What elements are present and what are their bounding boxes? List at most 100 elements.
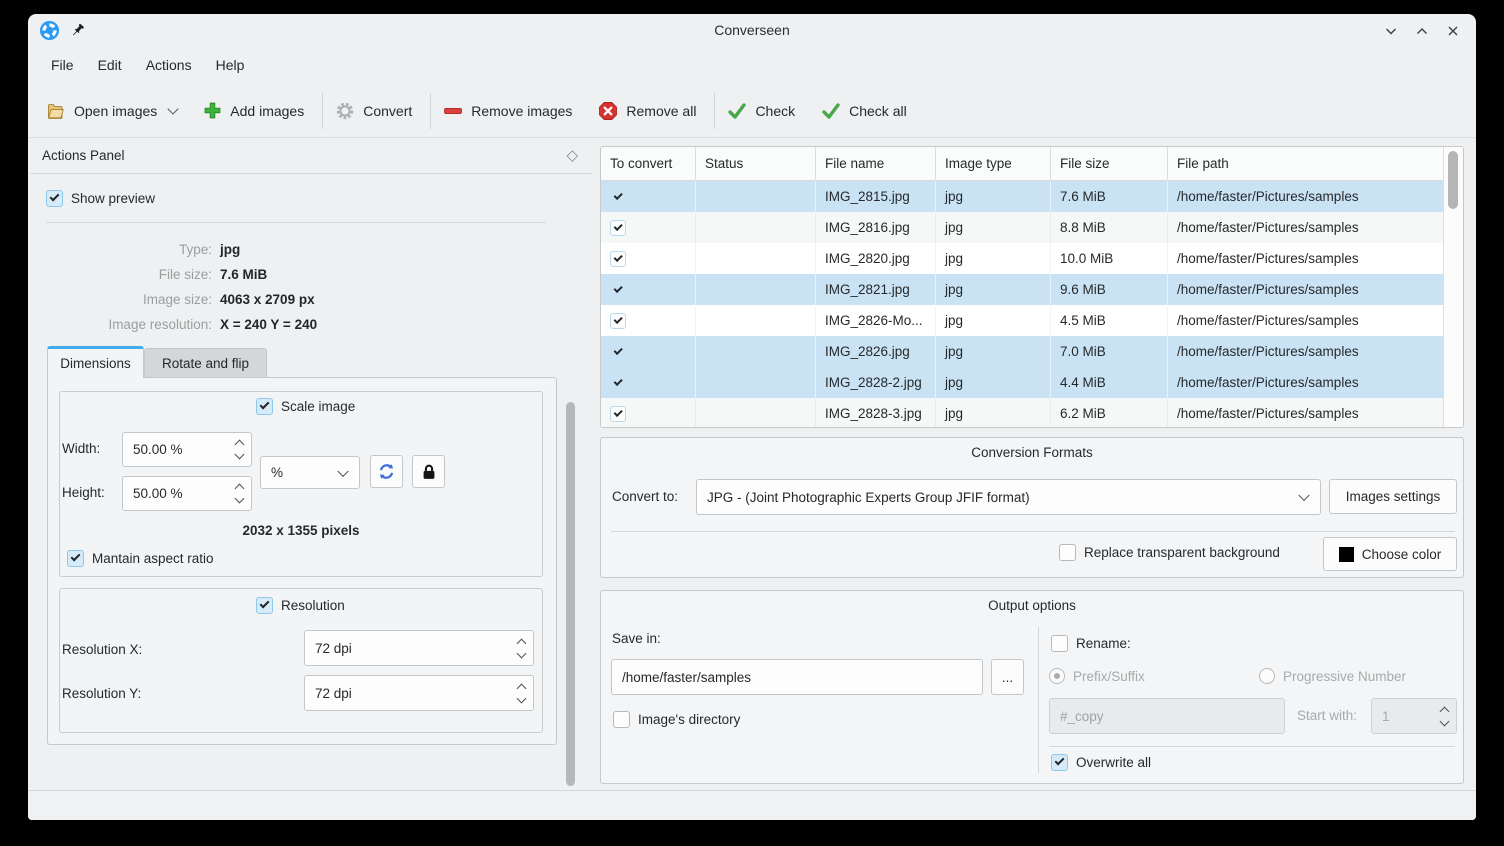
- scale-image-checkbox[interactable]: [256, 398, 273, 415]
- menu-file[interactable]: File: [39, 53, 86, 77]
- images-settings-button[interactable]: Images settings: [1329, 479, 1457, 514]
- table-row[interactable]: IMG_2828-3.jpgjpg6.2 MiB/home/faster/Pic…: [601, 398, 1463, 428]
- table-row[interactable]: IMG_2820.jpgjpg10.0 MiB/home/faster/Pict…: [601, 243, 1463, 274]
- row-checkbox[interactable]: [610, 282, 626, 298]
- add-images-button[interactable]: Add images: [203, 101, 304, 120]
- scale-image-label: Scale image: [281, 399, 355, 414]
- check-all-button[interactable]: Check all: [821, 101, 907, 121]
- resolution-checkbox[interactable]: [256, 597, 273, 614]
- convert-button[interactable]: Convert: [335, 101, 412, 121]
- check-button[interactable]: Check: [727, 101, 795, 121]
- divider: [1038, 627, 1039, 773]
- browse-button[interactable]: ...: [991, 659, 1024, 695]
- menu-edit[interactable]: Edit: [86, 53, 134, 77]
- cell-image-type: jpg: [936, 243, 1051, 274]
- prefix-suffix-radio[interactable]: [1049, 668, 1065, 684]
- images-directory-checkbox[interactable]: [613, 711, 630, 728]
- height-spinbox[interactable]: 50.00 %: [122, 476, 252, 511]
- tab-dimensions[interactable]: Dimensions: [47, 346, 144, 378]
- divider: [46, 222, 546, 223]
- remove-images-button[interactable]: Remove images: [443, 101, 572, 121]
- table-scrollbar-track[interactable]: [1443, 147, 1463, 427]
- row-checkbox[interactable]: [610, 406, 626, 422]
- table-row[interactable]: IMG_2816.jpgjpg8.8 MiB/home/faster/Pictu…: [601, 212, 1463, 243]
- menu-actions[interactable]: Actions: [134, 53, 204, 77]
- add-images-label: Add images: [230, 103, 304, 119]
- image-size-value: 4063 x 2709 px: [220, 288, 315, 312]
- cell-file-size: 8.8 MiB: [1051, 212, 1168, 243]
- row-checkbox[interactable]: [610, 189, 626, 205]
- dock-float-icon[interactable]: ◇: [566, 146, 578, 164]
- column-header-file-path[interactable]: File path: [1168, 147, 1445, 180]
- unit-combobox[interactable]: %: [260, 456, 360, 489]
- table-row[interactable]: IMG_2828-2.jpgjpg4.4 MiB/home/faster/Pic…: [601, 367, 1463, 398]
- open-images-button[interactable]: Open images: [45, 101, 177, 121]
- spin-arrows[interactable]: [236, 433, 243, 466]
- table-row[interactable]: IMG_2826-Mo...jpg4.5 MiB/home/faster/Pic…: [601, 305, 1463, 336]
- cell-to-convert: [601, 181, 696, 212]
- maintain-aspect-ratio-checkbox[interactable]: [67, 550, 84, 567]
- row-checkbox[interactable]: [610, 313, 626, 329]
- replace-transparent-background-checkbox[interactable]: [1059, 544, 1076, 561]
- show-preview-label: Show preview: [71, 191, 155, 206]
- column-header-status[interactable]: Status: [696, 147, 816, 180]
- save-path-input[interactable]: [611, 659, 983, 695]
- cell-image-type: jpg: [936, 367, 1051, 398]
- maximize-button[interactable]: [1413, 22, 1431, 40]
- resolution-y-label: Resolution Y:: [62, 686, 141, 701]
- width-spinbox[interactable]: 50.00 %: [122, 432, 252, 467]
- file-size-label: File size:: [30, 263, 212, 287]
- minimize-button[interactable]: [1382, 22, 1400, 40]
- cell-status: [696, 398, 816, 428]
- row-checkbox[interactable]: [610, 251, 626, 267]
- lock-aspect-button[interactable]: [412, 455, 445, 488]
- progressive-number-radio[interactable]: [1259, 668, 1275, 684]
- cell-status: [696, 212, 816, 243]
- cell-file-size: 4.5 MiB: [1051, 305, 1168, 336]
- rename-pattern-input[interactable]: [1049, 698, 1285, 734]
- column-header-image-type[interactable]: Image type: [936, 147, 1051, 180]
- column-header-to-convert[interactable]: To convert: [601, 147, 696, 180]
- start-with-spinbox[interactable]: 1: [1371, 698, 1457, 734]
- tab-rotate-and-flip[interactable]: Rotate and flip: [144, 348, 267, 378]
- swap-dimensions-button[interactable]: [370, 455, 403, 488]
- table-scrollbar-thumb[interactable]: [1448, 151, 1458, 209]
- choose-color-button[interactable]: Choose color: [1323, 537, 1457, 571]
- column-header-file-size[interactable]: File size: [1051, 147, 1168, 180]
- save-in-label: Save in:: [612, 631, 661, 646]
- toolbar-separator: [714, 93, 715, 129]
- open-images-dropdown-icon[interactable]: [168, 103, 179, 114]
- resolution-x-spinbox[interactable]: 72 dpi: [304, 630, 534, 666]
- conversion-formats-title: Conversion Formats: [601, 445, 1463, 460]
- row-checkbox[interactable]: [610, 375, 626, 391]
- output-options-group: Output options Save in: ... Image's dire…: [600, 590, 1464, 784]
- row-checkbox[interactable]: [610, 344, 626, 360]
- overwrite-all-checkbox[interactable]: [1051, 754, 1068, 771]
- cell-file-size: 9.6 MiB: [1051, 274, 1168, 305]
- close-button[interactable]: [1444, 22, 1462, 40]
- table-row[interactable]: IMG_2826.jpgjpg7.0 MiB/home/faster/Pictu…: [601, 336, 1463, 367]
- rename-checkbox[interactable]: [1051, 635, 1068, 652]
- table-row[interactable]: IMG_2821.jpgjpg9.6 MiB/home/faster/Pictu…: [601, 274, 1463, 305]
- format-combobox[interactable]: JPG - (Joint Photographic Experts Group …: [696, 479, 1321, 515]
- start-with-label: Start with:: [1297, 708, 1357, 723]
- browse-label: ...: [1002, 670, 1013, 685]
- conversion-formats-group: Conversion Formats Convert to: JPG - (Jo…: [600, 437, 1464, 578]
- spin-arrows[interactable]: [518, 631, 525, 665]
- spin-arrows[interactable]: [236, 477, 243, 510]
- type-value: jpg: [220, 238, 240, 262]
- file-size-value: 7.6 MiB: [220, 263, 267, 287]
- spin-arrows[interactable]: [518, 676, 525, 710]
- converseen-window: Converseen File Edit Actions Help Open i…: [28, 14, 1476, 820]
- show-preview-checkbox[interactable]: [46, 190, 63, 207]
- resolution-y-spinbox[interactable]: 72 dpi: [304, 675, 534, 711]
- table-row[interactable]: IMG_2815.jpgjpg7.6 MiB/home/faster/Pictu…: [601, 181, 1463, 212]
- panel-scrollbar[interactable]: [566, 402, 575, 786]
- remove-all-button[interactable]: Remove all: [598, 101, 696, 121]
- titlebar[interactable]: Converseen: [28, 14, 1476, 48]
- remove-images-label: Remove images: [471, 103, 572, 119]
- menu-help[interactable]: Help: [204, 53, 257, 77]
- column-header-file-name[interactable]: File name: [816, 147, 936, 180]
- spin-arrows[interactable]: [1441, 699, 1448, 733]
- row-checkbox[interactable]: [610, 220, 626, 236]
